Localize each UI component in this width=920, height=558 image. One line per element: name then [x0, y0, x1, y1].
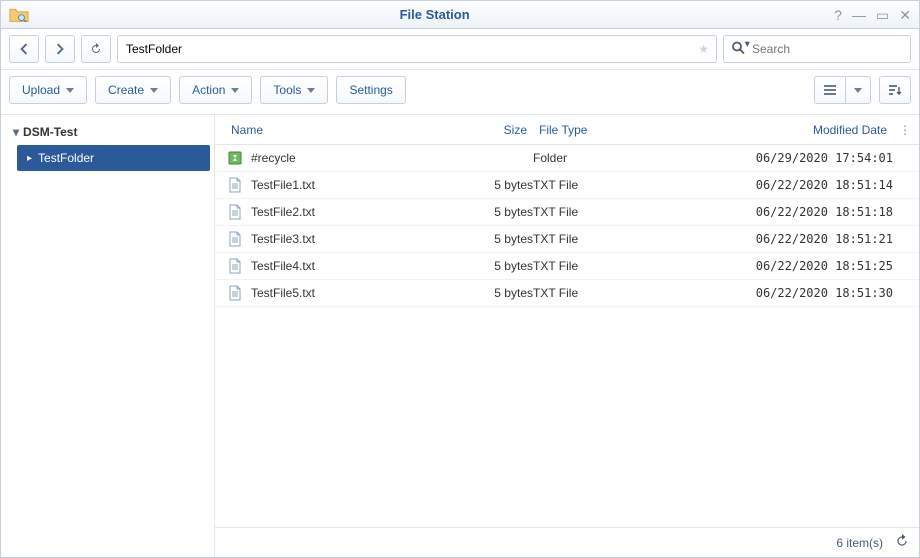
file-name: TestFile1.txt [251, 178, 315, 192]
view-dropdown-button[interactable] [846, 76, 871, 104]
upload-label: Upload [22, 83, 60, 97]
settings-button[interactable]: Settings [336, 76, 405, 104]
caret-icon [150, 88, 158, 93]
file-icon [227, 177, 243, 193]
refresh-button[interactable] [81, 35, 111, 63]
file-type: TXT File [533, 259, 683, 273]
search-input[interactable] [723, 35, 911, 63]
chevron-left-icon [18, 43, 30, 55]
file-type: TXT File [533, 205, 683, 219]
file-name: TestFile3.txt [251, 232, 315, 246]
table-row[interactable]: #recycle Folder06/29/2020 17:54:01 [215, 145, 919, 172]
file-name: TestFile2.txt [251, 205, 315, 219]
refresh-icon [90, 43, 102, 55]
tools-label: Tools [273, 83, 301, 97]
table-row[interactable]: TestFile5.txt 5 bytesTXT File06/22/2020 1… [215, 280, 919, 307]
close-icon[interactable]: ✕ [899, 8, 911, 22]
file-size: 5 bytes [437, 205, 533, 219]
upload-button[interactable]: Upload [9, 76, 87, 104]
file-icon [227, 285, 243, 301]
file-name: TestFile5.txt [251, 286, 315, 300]
tools-button[interactable]: Tools [260, 76, 328, 104]
col-type[interactable]: File Type [533, 123, 683, 137]
table-row[interactable]: TestFile4.txt 5 bytesTXT File06/22/2020 1… [215, 253, 919, 280]
file-name: #recycle [251, 151, 296, 165]
action-button[interactable]: Action [179, 76, 252, 104]
tree-root[interactable]: ▾ DSM-Test [5, 121, 210, 143]
list-view-button[interactable] [814, 76, 846, 104]
sort-icon [888, 84, 902, 96]
col-name[interactable]: Name [225, 123, 437, 137]
file-type: TXT File [533, 286, 683, 300]
file-list: Name Size File Type Modified Date ⋮ #rec… [215, 115, 919, 557]
window-title: File Station [35, 7, 834, 22]
collapse-icon: ▾ [13, 125, 19, 139]
file-name: TestFile4.txt [251, 259, 315, 273]
column-headers: Name Size File Type Modified Date ⋮ [215, 115, 919, 145]
caret-icon [231, 88, 239, 93]
body: ▾ DSM-Test ▸ TestFolder Name Size File T… [1, 115, 919, 557]
forward-button[interactable] [45, 35, 75, 63]
table-row[interactable]: TestFile1.txt 5 bytesTXT File06/22/2020 1… [215, 172, 919, 199]
caret-icon [66, 88, 74, 93]
column-menu-icon[interactable]: ⋮ [893, 123, 909, 137]
expand-icon: ▸ [27, 153, 32, 164]
refresh-icon [895, 534, 909, 548]
help-icon[interactable]: ? [834, 8, 842, 22]
tree-root-label: DSM-Test [23, 125, 77, 139]
recycle-icon [227, 150, 243, 166]
action-label: Action [192, 83, 225, 97]
file-station-window: File Station ? — ▭ ✕ ★ ▾ U [0, 0, 920, 558]
favorite-icon[interactable]: ★ [698, 42, 709, 56]
file-modified: 06/22/2020 18:51:21 [683, 232, 893, 246]
create-label: Create [108, 83, 144, 97]
file-size: 5 bytes [437, 286, 533, 300]
table-row[interactable]: TestFile2.txt 5 bytesTXT File06/22/2020 1… [215, 199, 919, 226]
back-button[interactable] [9, 35, 39, 63]
file-modified: 06/22/2020 18:51:30 [683, 286, 893, 300]
file-type: TXT File [533, 178, 683, 192]
caret-icon [307, 88, 315, 93]
tree-item-testfolder[interactable]: ▸ TestFolder [17, 145, 210, 171]
minimize-icon[interactable]: — [852, 8, 866, 22]
statusbar-refresh-button[interactable] [895, 534, 909, 551]
file-modified: 06/22/2020 18:51:25 [683, 259, 893, 273]
create-button[interactable]: Create [95, 76, 171, 104]
file-type: Folder [533, 151, 683, 165]
tree-item-label: TestFolder [38, 151, 94, 165]
window-controls: ? — ▭ ✕ [834, 8, 911, 22]
maximize-icon[interactable]: ▭ [876, 8, 889, 22]
file-modified: 06/22/2020 18:51:18 [683, 205, 893, 219]
titlebar: File Station ? — ▭ ✕ [1, 1, 919, 29]
sort-button[interactable] [879, 76, 911, 104]
table-row[interactable]: TestFile3.txt 5 bytesTXT File06/22/2020 1… [215, 226, 919, 253]
rows-container: #recycle Folder06/29/2020 17:54:01 TestFil… [215, 145, 919, 307]
col-size[interactable]: Size [437, 123, 533, 137]
caret-icon [854, 88, 862, 93]
statusbar: 6 item(s) [215, 527, 919, 557]
file-size: 5 bytes [437, 178, 533, 192]
file-modified: 06/29/2020 17:54:01 [683, 151, 893, 165]
path-input[interactable] [117, 35, 717, 63]
chevron-right-icon [54, 43, 66, 55]
settings-label: Settings [349, 83, 392, 97]
col-modified[interactable]: Modified Date [683, 123, 893, 137]
file-modified: 06/22/2020 18:51:14 [683, 178, 893, 192]
search-icon: ▾ [731, 41, 745, 58]
file-size: 5 bytes [437, 232, 533, 246]
folder-tree: ▾ DSM-Test ▸ TestFolder [1, 115, 215, 557]
file-size: 5 bytes [437, 259, 533, 273]
file-icon [227, 231, 243, 247]
file-type: TXT File [533, 232, 683, 246]
toolbar: Upload Create Action Tools Settings [1, 70, 919, 115]
file-icon [227, 258, 243, 274]
app-icon [9, 6, 29, 24]
item-count: 6 item(s) [836, 536, 883, 550]
view-mode-group [814, 76, 871, 104]
navbar: ★ ▾ [1, 29, 919, 70]
list-icon [823, 84, 837, 96]
file-icon [227, 204, 243, 220]
